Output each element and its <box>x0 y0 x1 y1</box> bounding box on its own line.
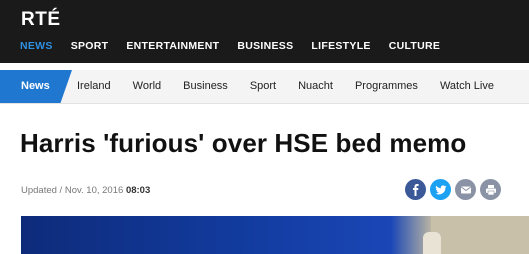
section-nav-world[interactable]: World <box>133 80 162 92</box>
site-header: RTÉ NEWS SPORT ENTERTAINMENT BUSINESS LI… <box>0 0 529 63</box>
email-share-button[interactable] <box>455 179 476 200</box>
section-nav-nuacht[interactable]: Nuacht <box>298 80 333 92</box>
section-nav-items: Ireland World Business Sport Nuacht Prog… <box>77 80 516 92</box>
main-nav-news[interactable]: NEWS <box>20 40 53 52</box>
email-icon <box>460 186 471 193</box>
section-nav-programmes[interactable]: Programmes <box>355 80 418 92</box>
print-button[interactable] <box>480 179 501 200</box>
section-nav-watch-live[interactable]: Watch Live <box>440 80 494 92</box>
facebook-icon <box>412 183 419 196</box>
section-tab-news[interactable]: News <box>0 70 72 103</box>
twitter-share-button[interactable] <box>430 179 451 200</box>
main-nav-culture[interactable]: CULTURE <box>389 40 440 52</box>
twitter-icon <box>434 184 446 194</box>
section-nav: News Ireland World Business Sport Nuacht… <box>0 70 529 104</box>
article-hero-image <box>21 216 529 254</box>
share-buttons <box>405 179 501 200</box>
section-tab-news-label: News <box>21 80 50 92</box>
main-nav-entertainment[interactable]: ENTERTAINMENT <box>126 40 219 52</box>
article-headline: Harris 'furious' over HSE bed memo <box>20 128 467 158</box>
print-icon <box>485 184 496 195</box>
section-nav-business[interactable]: Business <box>183 80 228 92</box>
main-nav-lifestyle[interactable]: LIFESTYLE <box>311 40 370 52</box>
facebook-share-button[interactable] <box>405 179 426 200</box>
main-nav-business[interactable]: BUSINESS <box>237 40 293 52</box>
article-timestamp: Updated / Nov. 10, 2016 08:03 <box>21 185 150 196</box>
section-nav-sport[interactable]: Sport <box>250 80 276 92</box>
updated-time: 08:03 <box>125 185 151 196</box>
hero-image-backdrop <box>21 216 391 254</box>
hero-image-detail <box>423 232 441 254</box>
main-nav: NEWS SPORT ENTERTAINMENT BUSINESS LIFEST… <box>20 40 458 52</box>
main-nav-sport[interactable]: SPORT <box>71 40 109 52</box>
rte-logo[interactable]: RTÉ <box>21 9 61 31</box>
section-nav-ireland[interactable]: Ireland <box>77 80 111 92</box>
updated-date: Updated / Nov. 10, 2016 <box>21 185 124 196</box>
